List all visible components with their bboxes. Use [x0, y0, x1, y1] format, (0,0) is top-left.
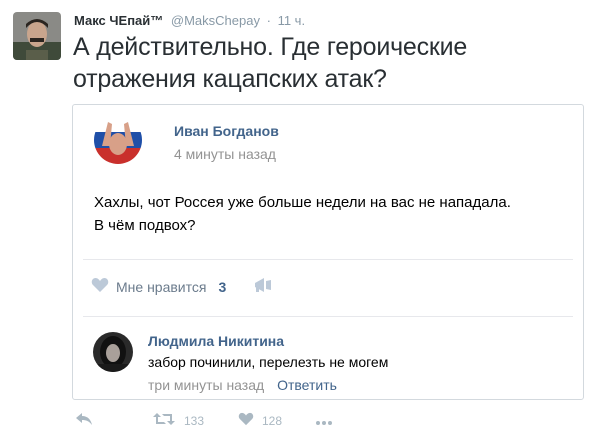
comment-text: забор починили, перелезть не могем [148, 354, 389, 370]
comment-meta: три минуты назад Ответить [148, 377, 337, 393]
vk-post-text: Хахлы, чот Россея уже больше недели на в… [94, 191, 564, 237]
comment-time[interactable]: три минуты назад [148, 377, 264, 393]
comment-author-avatar[interactable] [93, 332, 133, 372]
vk-post-text-line: В чём подвох? [94, 217, 196, 234]
retweet-icon [153, 412, 175, 429]
tweet-author-avatar[interactable] [13, 12, 61, 60]
tweet-author-handle[interactable]: @MaksChepay [171, 13, 260, 28]
divider [83, 316, 573, 317]
reply-link[interactable]: Ответить [277, 377, 337, 393]
vk-post-text-line: Хахлы, чот Россея уже больше недели на в… [94, 194, 511, 211]
comment-author-name[interactable]: Людмила Никитина [148, 333, 284, 349]
divider [83, 259, 573, 260]
more-button[interactable] [315, 415, 333, 429]
separator-dot: · [266, 13, 271, 28]
tweet-author-name[interactable]: Макс ЧЕпай™ [74, 13, 163, 28]
reply-button[interactable] [75, 412, 93, 429]
embedded-vk-post[interactable]: Иван Богданов 4 минуты назад Хахлы, чот … [72, 104, 584, 400]
like-button[interactable]: Мне нравится [116, 279, 206, 295]
vk-author-avatar[interactable] [94, 116, 142, 164]
vk-heart-icon[interactable] [91, 277, 109, 298]
vk-post-actions: Мне нравится 3 [91, 275, 273, 299]
retweet-button[interactable]: 133 [153, 412, 204, 429]
like-button[interactable]: 128 [238, 412, 282, 429]
retweet-count: 133 [184, 413, 205, 428]
tweet-timestamp[interactable]: 11 ч. [278, 13, 306, 28]
vk-author-name[interactable]: Иван Богданов [174, 123, 279, 139]
tweet-text: А действительно. Где героические отражен… [73, 33, 468, 93]
like-count[interactable]: 3 [218, 279, 226, 295]
like-count: 128 [262, 413, 283, 428]
tweet-header: Макс ЧЕпай™ @MaksChepay · 11 ч. [74, 13, 305, 29]
vk-share-icon[interactable] [253, 277, 273, 298]
more-icon [315, 415, 333, 429]
reply-icon [75, 412, 93, 429]
heart-icon [238, 412, 254, 429]
vk-post-time[interactable]: 4 минуты назад [174, 146, 276, 162]
